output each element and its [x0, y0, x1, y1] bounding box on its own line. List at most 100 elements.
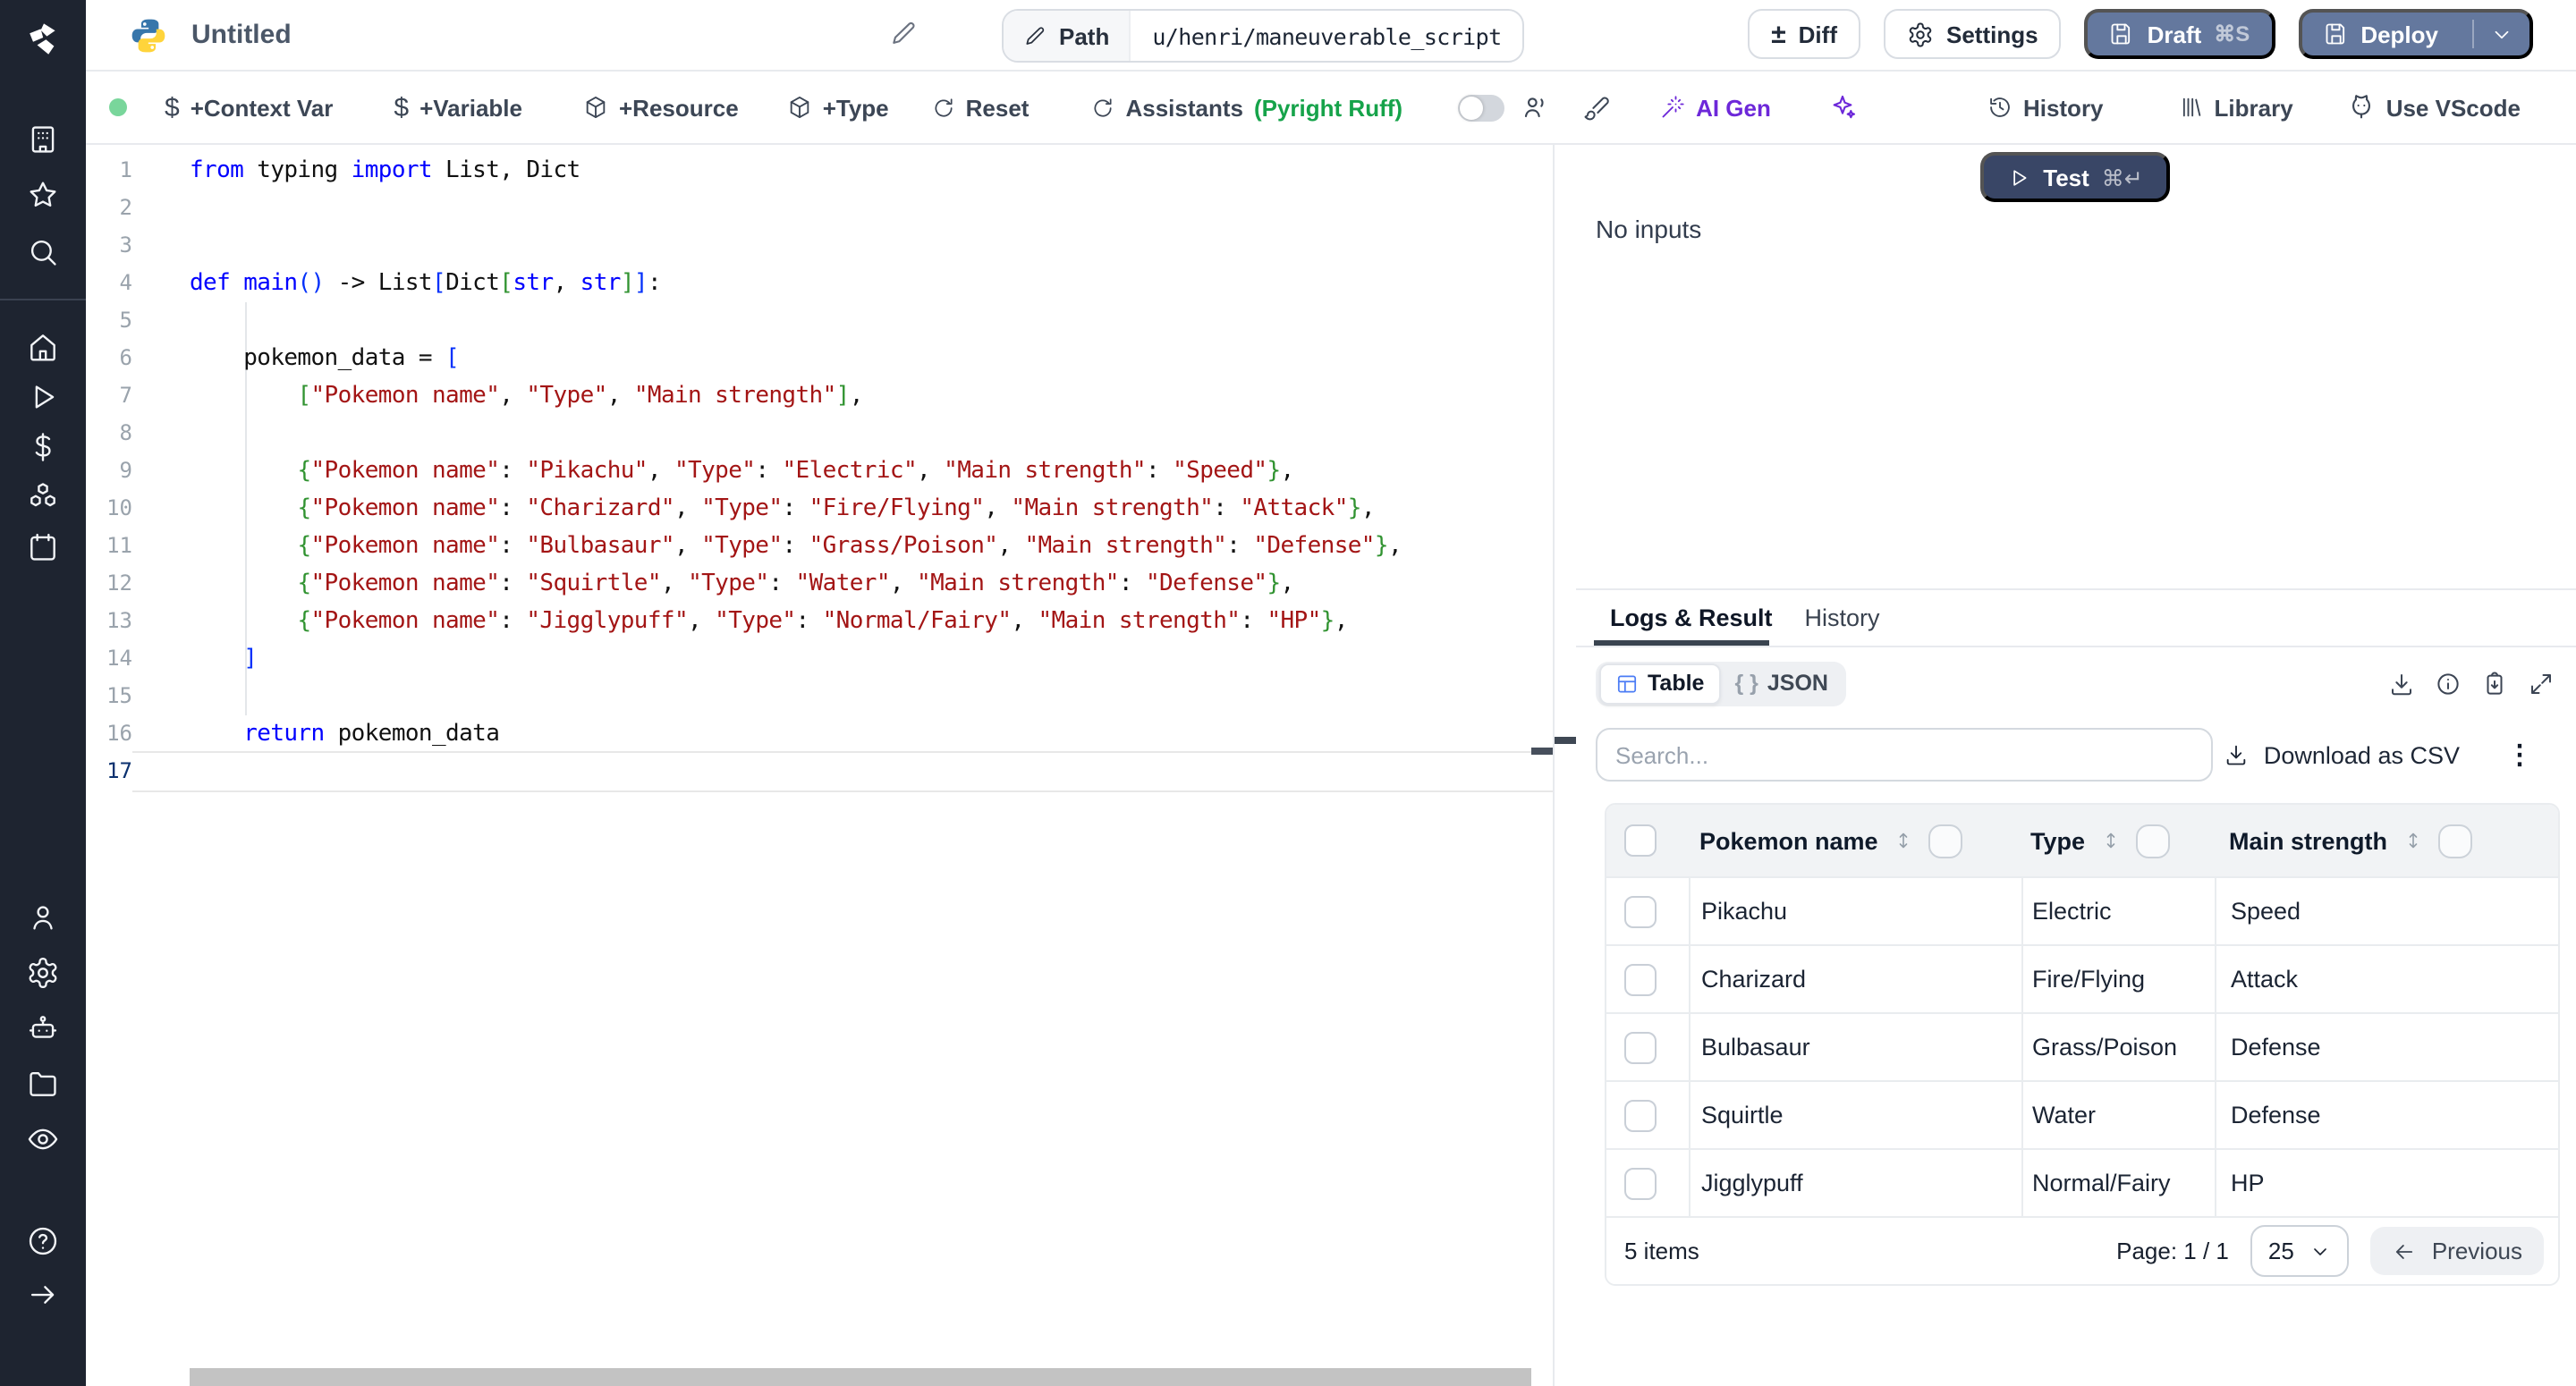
code-line[interactable]	[190, 415, 1553, 452]
search-input[interactable]	[1596, 728, 2213, 782]
library-button[interactable]: Library	[2179, 94, 2293, 121]
table-menu-kebab-icon[interactable]: ⋮	[2506, 739, 2533, 771]
add-type-button[interactable]: +Type	[787, 94, 889, 121]
code-line[interactable]: ]	[190, 640, 1553, 678]
deploy-dropdown[interactable]	[2472, 20, 2529, 48]
path-field[interactable]: Path u/henri/maneuverable_script	[1002, 9, 1525, 63]
code-line[interactable]: {"Pokemon name": "Squirtle", "Type": "Wa…	[190, 565, 1553, 603]
sidebar-item-star-icon[interactable]	[26, 178, 60, 212]
line-number: 17	[86, 753, 132, 790]
draft-shortcut: ⌘S	[2214, 21, 2250, 46]
table-row[interactable]: SquirtleWaterDefense	[1606, 1080, 2558, 1148]
tab-logs-result[interactable]: Logs & Result	[1594, 590, 1789, 646]
reset-button[interactable]: Reset	[932, 94, 1030, 121]
sort-icon[interactable]	[1893, 830, 1914, 851]
user-presence-icon[interactable]	[1521, 93, 1549, 122]
code-line[interactable]: {"Pokemon name": "Pikachu", "Type": "Ele…	[190, 452, 1553, 490]
table-row[interactable]: JigglypuffNormal/FairyHP	[1606, 1148, 2558, 1216]
splitter-handle[interactable]	[1555, 737, 1578, 744]
sort-icon[interactable]	[2402, 830, 2423, 851]
python-language-icon	[129, 15, 168, 55]
column-header-main-strength[interactable]: Main strength	[2229, 827, 2387, 854]
column-toggle-checkbox[interactable]	[2135, 824, 2169, 858]
sidebar-item-building-icon[interactable]	[26, 123, 60, 156]
code-line[interactable]: {"Pokemon name": "Jigglypuff", "Type": "…	[190, 603, 1553, 640]
windmill-logo-icon[interactable]	[21, 18, 64, 61]
line-number: 6	[86, 340, 132, 377]
tab-history[interactable]: History	[1789, 590, 1896, 646]
ai-gen-button[interactable]: AI Gen	[1660, 94, 1771, 121]
column-toggle-checkbox[interactable]	[2437, 824, 2471, 858]
row-checkbox[interactable]	[1624, 1099, 1657, 1131]
sidebar-item-gear-icon[interactable]	[26, 956, 60, 990]
code-line[interactable]: pokemon_data = [	[190, 340, 1553, 377]
horizontal-scrollbar[interactable]	[190, 1368, 1531, 1386]
code-line[interactable]: {"Pokemon name": "Charizard", "Type": "F…	[190, 490, 1553, 528]
table-row[interactable]: PikachuElectricSpeed	[1606, 876, 2558, 944]
page-size-select[interactable]: 25	[2250, 1225, 2350, 1277]
add-variable-button[interactable]: $ +Variable	[394, 94, 522, 121]
column-toggle-checkbox[interactable]	[1928, 824, 1962, 858]
code-line[interactable]: {"Pokemon name": "Bulbasaur", "Type": "G…	[190, 528, 1553, 565]
diff-button[interactable]: ± Diff	[1748, 9, 1860, 59]
column-header-pokemon-name[interactable]: Pokemon name	[1699, 827, 1878, 854]
column-header-type[interactable]: Type	[2030, 827, 2085, 854]
refresh-icon	[932, 96, 955, 119]
sidebar-item-help-icon[interactable]	[26, 1224, 60, 1258]
info-icon[interactable]	[2435, 670, 2462, 697]
download-csv-button[interactable]: Download as CSV	[2224, 741, 2460, 768]
row-checkbox[interactable]	[1624, 1167, 1657, 1199]
code-line[interactable]	[190, 227, 1553, 265]
view-table-label: Table	[1648, 671, 1704, 696]
table-row[interactable]: CharizardFire/FlyingAttack	[1606, 944, 2558, 1012]
previous-page-button[interactable]: Previous	[2371, 1227, 2544, 1275]
deploy-button[interactable]: Deploy	[2298, 9, 2533, 59]
sidebar-item-search-icon[interactable]	[26, 235, 60, 269]
topbar: Untitled Path u/henri/maneuverable_scrip…	[86, 0, 2576, 72]
edit-title-pencil-icon[interactable]	[889, 20, 918, 48]
sidebar-item-arrow-right-icon[interactable]	[26, 1278, 60, 1312]
row-checkbox[interactable]	[1624, 1031, 1657, 1063]
expand-icon[interactable]	[2528, 670, 2555, 697]
add-context-var-button[interactable]: $ +Context Var	[165, 94, 333, 121]
copy-clipboard-icon[interactable]	[2481, 670, 2508, 697]
sparkles-icon[interactable]	[1828, 93, 1857, 122]
code-line[interactable]	[190, 190, 1553, 227]
code-line[interactable]: ["Pokemon name", "Type", "Main strength"…	[190, 377, 1553, 415]
row-checkbox[interactable]	[1624, 963, 1657, 995]
sort-icon[interactable]	[2099, 830, 2121, 851]
sidebar-item-play-icon[interactable]	[26, 380, 60, 414]
sidebar-item-robot-icon[interactable]	[26, 1011, 60, 1045]
code-line[interactable]	[190, 753, 1553, 790]
sidebar-item-cubes-icon[interactable]	[26, 480, 60, 514]
sidebar-item-calendar-icon[interactable]	[26, 530, 60, 564]
assistants-button[interactable]: Assistants (Pyright Ruff)	[1091, 94, 1402, 121]
code-line[interactable]	[190, 678, 1553, 715]
history-button[interactable]: History	[1987, 94, 2104, 121]
library-label: Library	[2215, 94, 2293, 121]
sidebar-item-user-icon[interactable]	[26, 900, 60, 934]
sidebar-item-home-icon[interactable]	[26, 330, 60, 364]
table-row[interactable]: BulbasaurGrass/PoisonDefense	[1606, 1012, 2558, 1080]
draft-button[interactable]: Draft ⌘S	[2085, 9, 2275, 59]
sidebar-item-folder-icon[interactable]	[26, 1067, 60, 1101]
path-value[interactable]: u/henri/maneuverable_script	[1131, 22, 1522, 49]
settings-button[interactable]: Settings	[1884, 9, 2062, 59]
collab-toggle[interactable]	[1458, 94, 1504, 121]
download-result-icon[interactable]	[2388, 670, 2415, 697]
sidebar-item-eye-icon[interactable]	[26, 1122, 60, 1156]
add-resource-button[interactable]: +Resource	[583, 94, 739, 121]
code-line[interactable]: from typing import List, Dict	[190, 152, 1553, 190]
code-editor[interactable]: 1234567891011121314151617 from typing im…	[86, 145, 1553, 1386]
format-brush-icon[interactable]	[1583, 94, 1610, 121]
use-vscode-button[interactable]: Use VScode	[2347, 93, 2521, 122]
code-line[interactable]: return pokemon_data	[190, 715, 1553, 753]
code-line[interactable]: def main() -> List[Dict[str, str]]:	[190, 265, 1553, 302]
select-all-checkbox[interactable]	[1624, 824, 1657, 857]
row-checkbox[interactable]	[1624, 895, 1657, 927]
view-table-option[interactable]: Table	[1599, 663, 1720, 704]
test-button[interactable]: Test ⌘↵	[1980, 152, 2170, 202]
sidebar-item-dollar-icon[interactable]	[26, 430, 60, 464]
code-line[interactable]	[190, 302, 1553, 340]
view-json-option[interactable]: { } JSON	[1720, 664, 1843, 702]
